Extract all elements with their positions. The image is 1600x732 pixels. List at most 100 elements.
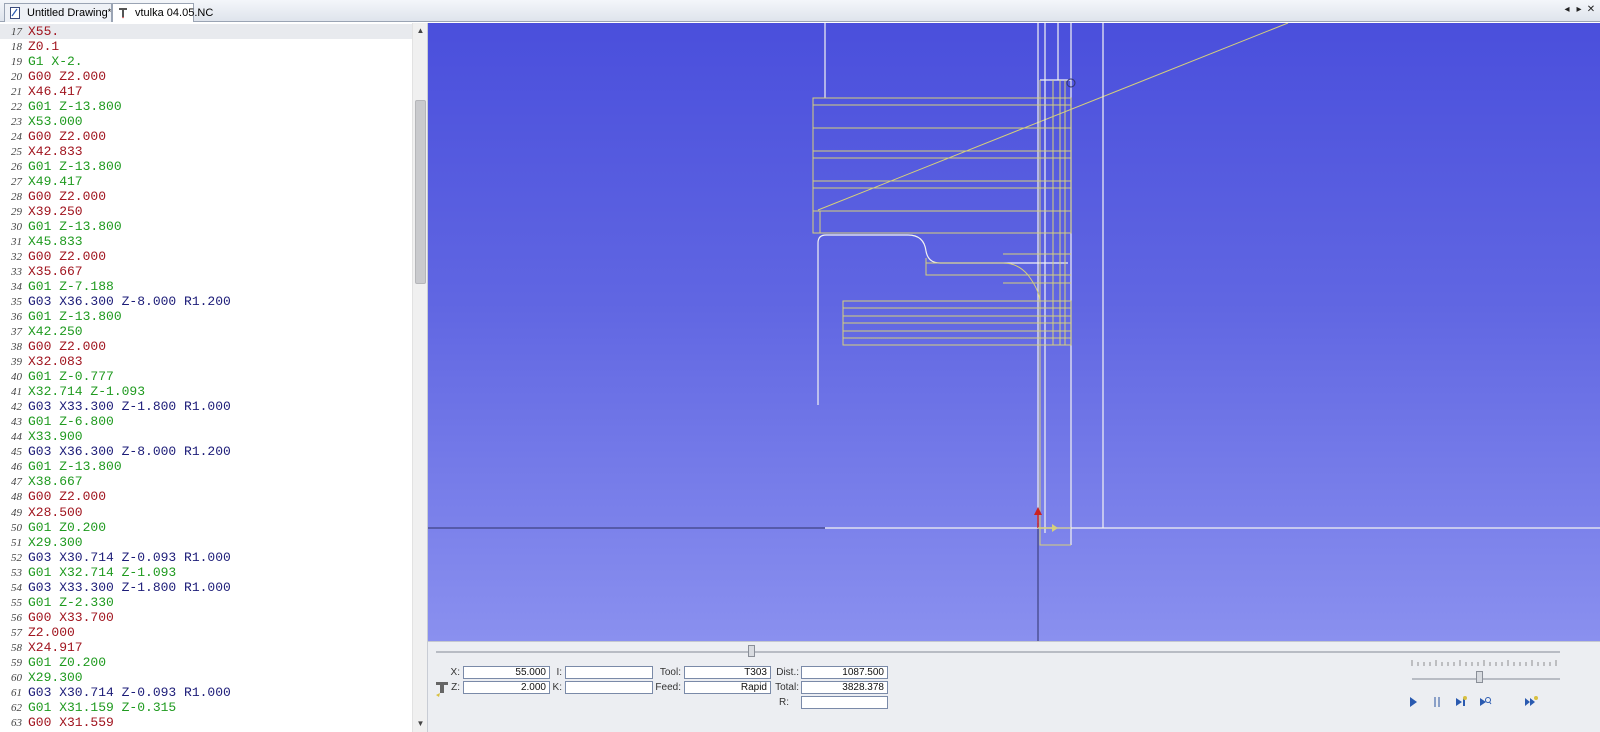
tab-prev-icon[interactable]: ◂ [1562, 4, 1574, 15]
code-line[interactable]: 39 X32.083 [0, 354, 412, 369]
z-label: Z: [451, 682, 460, 693]
scrollbar-thumb[interactable] [415, 100, 426, 284]
code-line[interactable]: 54 G03 X33.300 Z-1.800 R1.000 [0, 580, 412, 595]
code-line[interactable]: 45 G03 X36.300 Z-8.000 R1.200 [0, 444, 412, 459]
code-line[interactable]: 55 G01 Z-2.330 [0, 595, 412, 610]
total-value-field[interactable]: 3828.378 [801, 681, 888, 694]
k-value-field[interactable] [565, 681, 653, 694]
line-number: 31 [11, 236, 22, 249]
code-line[interactable]: 33 X35.667 [0, 264, 412, 279]
dist-value-field[interactable]: 1087.500 [801, 666, 888, 679]
tab-next-icon[interactable]: ▸ [1574, 4, 1586, 15]
code-line[interactable]: 32 G00 Z2.000 [0, 249, 412, 264]
code-line[interactable]: 30 G01 Z-13.800 [0, 219, 412, 234]
pause-icon[interactable] [1430, 695, 1444, 709]
code-line[interactable]: 48 G00 Z2.000 [0, 489, 412, 504]
step-icon[interactable] [1454, 695, 1468, 709]
code-line[interactable]: 24 G00 Z2.000 [0, 129, 412, 144]
code-line[interactable]: 25 X42.833 [0, 144, 412, 159]
i-value-field[interactable] [565, 666, 653, 679]
code-line[interactable]: 46 G01 Z-13.800 [0, 459, 412, 474]
line-number: 50 [11, 521, 22, 534]
tab-nc-file[interactable]: vtulka 04.05.NC [112, 3, 213, 22]
x-value-field[interactable]: 55.000 [463, 666, 550, 679]
code-line[interactable]: 19 G1 X-2. [0, 54, 412, 69]
z-value-field[interactable]: 2.000 [463, 681, 550, 694]
code-line[interactable]: 49 X28.500 [0, 505, 412, 520]
code-line[interactable]: 38 G00 Z2.000 [0, 339, 412, 354]
code-text: X29.300 [28, 669, 83, 685]
code-text: G00 Z2.000 [28, 69, 107, 85]
scroll-up-icon[interactable]: ▲ [413, 23, 427, 39]
r-value-field[interactable] [801, 696, 888, 709]
code-line[interactable]: 23 X53.000 [0, 114, 412, 129]
tab-untitled-drawing[interactable]: Untitled Drawing* [4, 3, 112, 22]
code-line[interactable]: 21 X46.417 [0, 84, 412, 99]
code-line[interactable]: 44 X33.900 [0, 429, 412, 444]
code-line[interactable]: 42 G03 X33.300 Z-1.800 R1.000 [0, 399, 412, 414]
nc-code-editor[interactable]: 17 X55. 18 Z0.1 19 G1 X-2. 20 G00 Z2.000 21 X46.4… [0, 23, 428, 732]
code-line[interactable]: 22 G01 Z-13.800 [0, 99, 412, 114]
close-tab-icon[interactable]: ✕ [1586, 4, 1598, 15]
code-line[interactable]: 26 G01 Z-13.800 [0, 159, 412, 174]
code-line[interactable]: 37 X42.250 [0, 324, 412, 339]
code-line[interactable]: 34 G01 Z-7.188 [0, 279, 412, 294]
code-line[interactable]: 27 X49.417 [0, 174, 412, 189]
x-label: X: [450, 667, 460, 678]
code-line[interactable]: 56 G00 X33.700 [0, 610, 412, 625]
code-line[interactable]: 57 Z2.000 [0, 625, 412, 640]
code-text: G03 X33.300 Z-1.800 R1.000 [28, 579, 231, 595]
code-line[interactable]: 17 X55. [0, 24, 412, 40]
feed-value-field[interactable]: Rapid [684, 681, 771, 694]
code-line[interactable]: 50 G01 Z0.200 [0, 520, 412, 535]
modified-mark: * [107, 7, 112, 17]
code-line[interactable]: 43 G01 Z-6.800 [0, 414, 412, 429]
code-line[interactable]: 52 G03 X30.714 Z-0.093 R1.000 [0, 550, 412, 565]
code-line[interactable]: 61 G03 X30.714 Z-0.093 R1.000 [0, 685, 412, 700]
code-line[interactable]: 62 G01 X31.159 Z-0.315 [0, 700, 412, 715]
speed-thumb[interactable] [1476, 671, 1483, 683]
timeline-track[interactable] [436, 651, 1560, 653]
code-text: X32.083 [28, 354, 83, 370]
line-number: 30 [11, 221, 22, 234]
line-number: 26 [11, 161, 22, 174]
code-line[interactable]: 31 X45.833 [0, 234, 412, 249]
scroll-down-icon[interactable]: ▼ [413, 716, 427, 732]
line-number: 21 [11, 86, 22, 99]
code-text: G01 Z-13.800 [28, 309, 122, 325]
code-text: X39.250 [28, 204, 83, 220]
play-icon[interactable] [1406, 695, 1420, 709]
code-line[interactable]: 47 X38.667 [0, 474, 412, 489]
code-text: G00 X33.700 [28, 609, 114, 625]
code-line[interactable]: 29 X39.250 [0, 204, 412, 219]
line-number: 46 [11, 461, 22, 474]
code-line[interactable]: 60 X29.300 [0, 670, 412, 685]
code-line[interactable]: 51 X29.300 [0, 535, 412, 550]
code-line[interactable]: 63 G00 X31.559 [0, 715, 412, 730]
timeline-thumb[interactable] [748, 645, 755, 657]
code-line[interactable]: 36 G01 Z-13.800 [0, 309, 412, 324]
speed-track[interactable] [1412, 678, 1560, 680]
code-scrollbar[interactable]: ▲ ▼ [412, 23, 427, 732]
code-line[interactable]: 59 G01 Z0.200 [0, 655, 412, 670]
line-number: 33 [11, 266, 22, 279]
line-number: 58 [11, 641, 22, 654]
fast-forward-icon[interactable] [1524, 695, 1538, 709]
code-line[interactable]: 41 X32.714 Z-1.093 [0, 384, 412, 399]
tool-value-field[interactable]: T303 [684, 666, 771, 679]
code-line[interactable]: 53 G01 X32.714 Z-1.093 [0, 565, 412, 580]
lathe-tool-icon [119, 8, 127, 19]
feed-label: Feed: [655, 682, 681, 693]
code-text: X24.917 [28, 639, 83, 655]
total-label: Total: [775, 682, 799, 693]
toolpath-viewport[interactable] [428, 23, 1600, 641]
code-line[interactable]: 40 G01 Z-0.777 [0, 369, 412, 384]
tab-label: vtulka 04.05.NC [135, 7, 214, 19]
code-line[interactable]: 20 G00 Z2.000 [0, 69, 412, 84]
step-zoom-icon[interactable] [1478, 695, 1492, 709]
code-line[interactable]: 58 X24.917 [0, 640, 412, 655]
code-line[interactable]: 35 G03 X36.300 Z-8.000 R1.200 [0, 294, 412, 309]
code-line[interactable]: 28 G00 Z2.000 [0, 189, 412, 204]
code-line[interactable]: 18 Z0.1 [0, 39, 412, 54]
tool-label: Tool: [659, 667, 681, 678]
